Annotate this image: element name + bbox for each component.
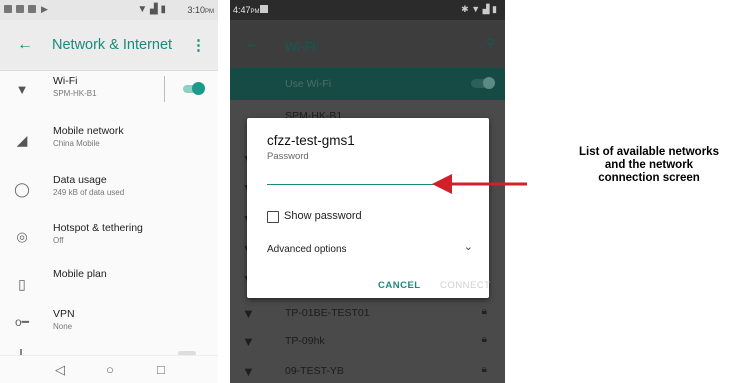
dialog-title: cfzz-test-gms1 [267,133,355,148]
settings-item-hotspot[interactable]: ◎ Hotspot & tethering Off [0,219,218,265]
wifi-icon: ▼ [15,82,29,97]
show-password-label[interactable]: Show password [284,210,362,222]
search-icon[interactable]: ⚲ [486,36,495,50]
status-time: 3:10PM [187,5,214,15]
annotation-caption: List of available networks and the netwo… [560,146,738,185]
back-nav-icon[interactable]: ◁ [55,362,65,378]
advanced-options-label[interactable]: Advanced options [267,244,347,255]
wifi-icon: ▼ [242,334,255,349]
arrow-left-icon[interactable]: ← [17,36,33,54]
wifi-icon: ▼ [242,364,255,379]
status-time: 4:47PM [233,5,260,15]
caption-line: List of available networks [579,146,719,158]
notification-icon [16,5,24,13]
notification-icon [260,5,268,13]
network-name: TP-01BE-TEST01 [285,307,370,319]
notification-icon [4,5,12,13]
home-nav-icon[interactable]: ○ [106,362,114,377]
navigation-bar: ◁ ○ □ [0,355,218,383]
wifi-screen: 4:47PM ✱ ▼ ▟ ▮ ← Wi-Fi ⚲ Use Wi-Fi SPM-H… [230,0,505,383]
recents-nav-icon[interactable]: □ [157,362,165,377]
network-name: TP-09hk [285,335,325,347]
item-label: Hotspot & tethering [53,222,143,234]
network-row[interactable]: ▼ TP-09hk 🔒︎ [230,328,505,356]
item-subtitle: None [53,322,73,331]
item-label: Wi-Fi [53,75,78,87]
play-icon: ▶ [41,4,48,14]
connect-button[interactable]: CONNECT [440,280,490,291]
toggle-knob [192,82,205,95]
divider [164,76,165,102]
item-subtitle: Off [53,236,64,245]
wifi-icon: ▼ [242,306,255,321]
status-bar: 4:47PM ✱ ▼ ▟ ▮ [230,0,505,20]
notification-icon [28,5,36,13]
page-title: Wi-Fi [285,39,316,54]
item-subtitle: SPM-HK-B1 [53,89,97,98]
signal-icon: ▼ ▟ ▮ [137,4,166,15]
show-password-checkbox[interactable] [267,211,279,223]
network-row[interactable]: ▼ 09-TEST-YB 🔒︎ [230,358,505,383]
more-vert-icon[interactable]: ⋮ [191,36,206,54]
app-bar: ← Network & Internet ⋮ [0,20,218,71]
password-input[interactable] [267,168,472,185]
arrow-left-icon[interactable]: ← [244,35,259,52]
network-row[interactable]: ▼ TP-01BE-TEST01 🔒︎ [230,300,505,328]
wifi-password-dialog: cfzz-test-gms1 Password Show password Ad… [247,118,490,298]
settings-item-mobile-network[interactable]: ◢ Mobile network China Mobile [0,122,218,168]
cellular-icon: ◢ [16,132,28,148]
chevron-down-icon[interactable]: ⌄ [464,240,473,253]
use-wifi-toggle[interactable] [471,77,495,89]
lock-icon: 🔒︎ [481,364,487,375]
settings-item-vpn[interactable]: o━ VPN None [0,305,218,351]
lock-icon: 🔒︎ [481,334,487,345]
item-label: Data usage [53,174,107,186]
lock-icon: 🔒︎ [481,306,487,317]
data-usage-icon: ◯ [14,181,30,197]
item-label: VPN [53,308,75,320]
item-subtitle: China Mobile [53,139,100,148]
item-label: Mobile network [53,125,124,137]
item-subtitle: 249 kB of data used [53,188,125,197]
caption-line: and the network [604,159,694,171]
password-label: Password [267,151,309,162]
caption-line: connection screen [598,172,700,184]
signal-icon: ✱ ▼ ▟ ▮ [461,4,497,14]
page-title: Network & Internet [52,37,173,53]
network-name: 09-TEST-YB [285,365,344,377]
settings-item-data-usage[interactable]: ◯ Data usage 249 kB of data used [0,171,218,217]
use-wifi-row[interactable]: Use Wi-Fi [230,68,505,100]
vpn-key-icon: o━ [15,315,29,329]
settings-item-wifi[interactable]: ▼ Wi-Fi SPM-HK-B1 [0,72,218,118]
settings-screen: ▶ ▼ ▟ ▮ 3:10PM ← Network & Internet ⋮ ▼ … [0,0,218,383]
item-label: Mobile plan [53,268,107,280]
hotspot-icon: ◎ [16,229,28,244]
app-bar: ← Wi-Fi ⚲ [230,20,505,68]
cancel-button[interactable]: CANCEL [378,280,421,291]
phone-icon: ▯ [18,276,26,292]
use-wifi-label: Use Wi-Fi [285,78,332,90]
status-bar: ▶ ▼ ▟ ▮ 3:10PM [0,0,218,20]
